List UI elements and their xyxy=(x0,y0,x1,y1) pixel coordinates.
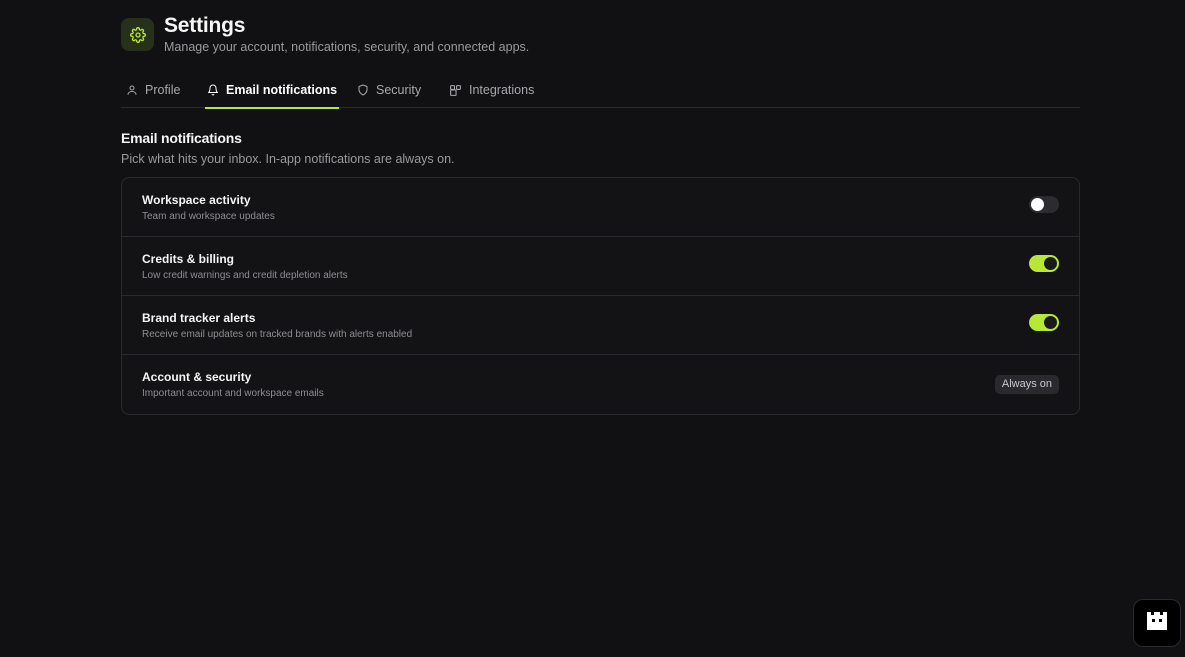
tab-label: Security xyxy=(376,83,422,97)
page-subtitle: Manage your account, notifications, secu… xyxy=(164,40,530,54)
toggle-knob xyxy=(1044,316,1057,329)
setting-title: Workspace activity xyxy=(142,193,251,207)
setting-description: Team and workspace updates xyxy=(142,211,275,222)
setting-title: Account & security xyxy=(142,370,252,384)
bell-icon xyxy=(207,84,219,96)
tab-email-notifications[interactable]: Email notifications xyxy=(205,80,340,109)
integrations-icon xyxy=(449,84,462,97)
setting-title: Credits & billing xyxy=(142,252,235,266)
setting-description: Receive email updates on tracked brands … xyxy=(142,329,413,340)
credits-billing-toggle[interactable] xyxy=(1029,255,1059,272)
tab-label: Profile xyxy=(145,83,181,97)
setting-description: Low credit warnings and credit depletion… xyxy=(142,270,348,281)
brand-tracker-alerts-toggle[interactable] xyxy=(1029,314,1059,331)
setting-row-workspace-activity: Workspace activity Team and workspace up… xyxy=(122,178,1079,237)
toggle-knob xyxy=(1031,198,1044,211)
settings-page: Settings Manage your account, notificati… xyxy=(0,0,1185,657)
tab-profile[interactable]: Profile xyxy=(124,80,182,108)
section-title: Email notifications xyxy=(121,130,242,146)
tab-label: Integrations xyxy=(469,83,535,97)
settings-tabs: Profile Email notifications Security Int… xyxy=(121,80,1080,109)
tab-label: Email notifications xyxy=(226,83,338,97)
shield-icon xyxy=(357,84,369,96)
castle-icon xyxy=(1145,609,1169,638)
gear-icon xyxy=(121,18,154,51)
workspace-activity-toggle[interactable] xyxy=(1029,196,1059,213)
page-header: Settings Manage your account, notificati… xyxy=(121,14,821,54)
setting-row-account-security: Account & security Important account and… xyxy=(122,355,1079,414)
notification-settings-card: Workspace activity Team and workspace up… xyxy=(121,177,1080,415)
tab-integrations[interactable]: Integrations xyxy=(447,80,536,108)
setting-row-credits-billing: Credits & billing Low credit warnings an… xyxy=(122,237,1079,296)
setting-title: Brand tracker alerts xyxy=(142,311,256,325)
user-icon xyxy=(126,84,138,96)
section-subtitle: Pick what hits your inbox. In-app notifi… xyxy=(121,152,455,166)
always-on-badge: Always on xyxy=(994,375,1059,394)
tab-security[interactable]: Security xyxy=(355,80,423,108)
corner-widget-button[interactable] xyxy=(1133,599,1181,647)
setting-row-brand-tracker-alerts: Brand tracker alerts Receive email updat… xyxy=(122,296,1079,355)
setting-description: Important account and workspace emails xyxy=(142,388,324,399)
toggle-knob xyxy=(1044,257,1057,270)
page-title: Settings xyxy=(164,14,246,37)
